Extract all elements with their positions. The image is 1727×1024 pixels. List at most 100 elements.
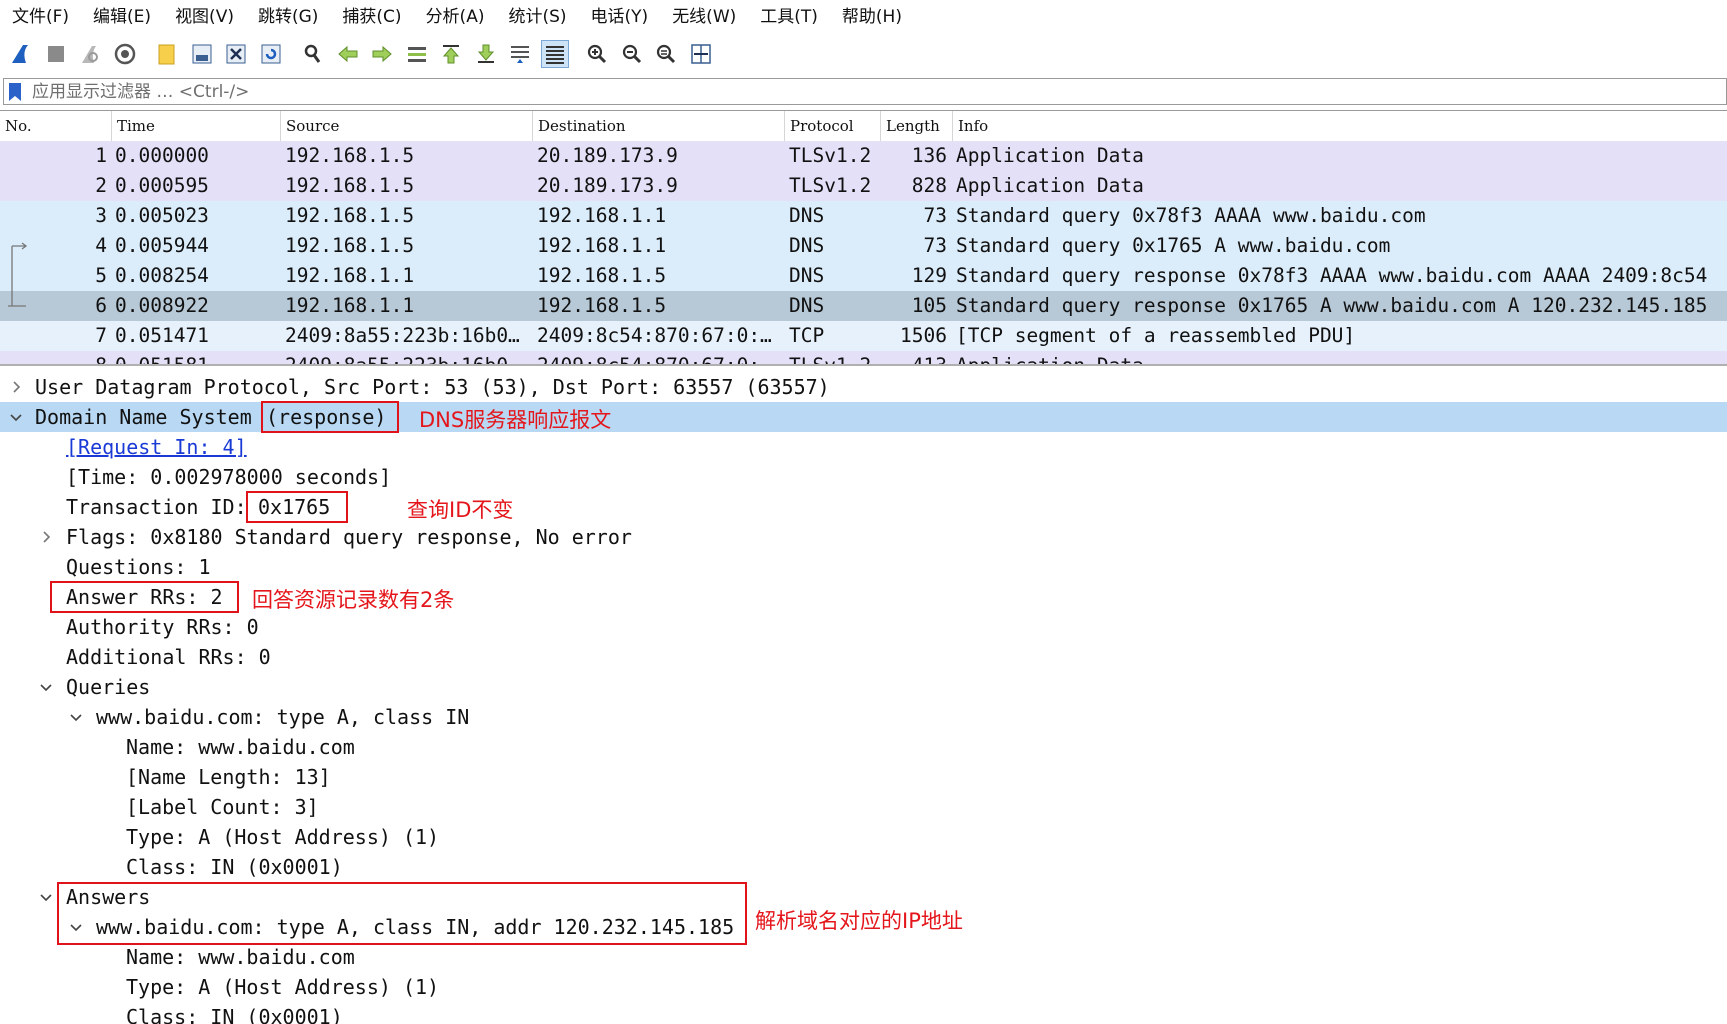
menu-telephony[interactable]: 电话(Y) xyxy=(579,0,661,33)
related-response-icon xyxy=(8,291,26,307)
autoscroll-button[interactable] xyxy=(506,40,534,68)
menu-edit[interactable]: 编辑(E) xyxy=(81,0,163,33)
packet-cell-info: Standard query response 0x1765 A www.bai… xyxy=(956,294,1708,317)
find-packet-button[interactable] xyxy=(299,40,327,68)
chevron-right-icon[interactable] xyxy=(36,522,56,552)
annotation-dns-response: DNS服务器响应报文 xyxy=(419,408,612,432)
packet-row[interactable]: 4 0.005944 192.168.1.5 192.168.1.1 DNS 73 Stan… xyxy=(0,231,1727,261)
packet-cell-len: 129 xyxy=(911,264,947,287)
open-file-button[interactable] xyxy=(153,40,181,68)
arrow-down-icon xyxy=(477,44,494,63)
menu-capture[interactable]: 捕获(C) xyxy=(330,0,413,33)
packet-cell-proto: TLSv1.2 xyxy=(789,174,872,197)
packet-cell-time: 0.051471 xyxy=(115,324,209,347)
column-header-protocol[interactable]: Protocol xyxy=(784,111,880,141)
packet-cell-len: 828 xyxy=(911,174,947,197)
packet-cell-dst: 20.189.173.9 xyxy=(537,144,678,167)
restart-capture-button[interactable] xyxy=(76,40,104,68)
packet-cell-proto: TCP xyxy=(789,324,825,347)
close-file-button[interactable] xyxy=(222,40,250,68)
packet-cell-proto: DNS xyxy=(789,294,825,317)
packet-cell-no: 7 xyxy=(95,324,107,347)
packet-cell-time: 0.000595 xyxy=(115,174,209,197)
request-in-link[interactable]: [Request In: 4] xyxy=(66,432,247,462)
packet-row[interactable]: 3 0.005023 192.168.1.5 192.168.1.1 DNS 73 Stan… xyxy=(0,201,1727,231)
highlight-box-response xyxy=(261,401,399,433)
packet-cell-dst: 2409:8c54:870:67:0:… xyxy=(537,354,772,366)
stop-capture-button[interactable] xyxy=(42,40,70,68)
last-packet-button[interactable] xyxy=(472,40,500,68)
tree-item-dns[interactable]: Domain Name System (response) xyxy=(0,402,1727,432)
packet-row[interactable]: 7 0.051471 2409:8a55:223b:16b0… 2409:8c54:8… xyxy=(0,321,1727,351)
menu-analyze[interactable]: 分析(A) xyxy=(414,0,497,33)
chevron-down-icon[interactable] xyxy=(36,672,56,702)
packet-row[interactable]: 8 0.051581 2409:8a55:223b:16b0… 2409:8c54:8… xyxy=(0,351,1727,366)
packet-cell-dst: 192.168.1.5 xyxy=(537,264,667,287)
folder-icon xyxy=(158,44,175,65)
main-toolbar xyxy=(0,37,1727,71)
stop-icon xyxy=(47,46,64,62)
menu-wireless[interactable]: 无线(W) xyxy=(660,0,748,33)
colorize-button[interactable] xyxy=(540,40,569,68)
chevron-right-icon[interactable] xyxy=(6,372,26,402)
packet-cell-len: 1506 xyxy=(900,324,947,347)
close-file-icon xyxy=(226,44,246,64)
save-file-button[interactable] xyxy=(188,40,216,68)
chevron-down-icon[interactable] xyxy=(66,702,86,732)
menu-view[interactable]: 视图(V) xyxy=(163,0,246,33)
packet-cell-time: 0.008254 xyxy=(115,264,209,287)
packet-cell-time: 0.051581 xyxy=(115,354,209,366)
column-header-destination[interactable]: Destination xyxy=(532,111,784,141)
highlight-box-transaction-id xyxy=(246,491,348,523)
resize-columns-icon xyxy=(690,44,711,64)
related-line-icon xyxy=(11,261,13,291)
menu-statistics[interactable]: 统计(S) xyxy=(496,0,578,33)
packet-cell-no: 2 xyxy=(95,174,107,197)
autoscroll-icon xyxy=(511,46,529,63)
column-header-time[interactable]: Time xyxy=(111,111,280,141)
zoom-normal-button[interactable] xyxy=(652,40,680,68)
column-header-no[interactable]: No. xyxy=(0,111,111,141)
resize-columns-button[interactable] xyxy=(687,40,715,68)
chevron-down-icon[interactable] xyxy=(36,882,56,912)
zoom-out-button[interactable] xyxy=(618,40,646,68)
packet-cell-info: Standard query 0x1765 A www.baidu.com xyxy=(956,234,1391,257)
menu-go[interactable]: 跳转(G) xyxy=(246,0,330,33)
menu-tools[interactable]: 工具(T) xyxy=(748,0,830,33)
go-back-button[interactable] xyxy=(334,40,362,68)
restart-fin-icon xyxy=(82,46,98,63)
gear-icon xyxy=(114,43,135,65)
packet-row[interactable]: 5 0.008254 192.168.1.1 192.168.1.5 DNS 129 Sta… xyxy=(0,261,1727,291)
display-filter-input[interactable] xyxy=(32,79,1726,104)
column-header-info[interactable]: Info xyxy=(952,111,1727,141)
first-packet-button[interactable] xyxy=(437,40,465,68)
go-to-packet-button[interactable] xyxy=(403,40,431,68)
packet-cell-src: 192.168.1.1 xyxy=(285,294,415,317)
reload-file-button[interactable] xyxy=(257,40,285,68)
column-header-length[interactable]: Length xyxy=(880,111,952,141)
start-capture-button[interactable] xyxy=(7,40,35,68)
reload-icon xyxy=(261,44,280,64)
bookmark-icon[interactable] xyxy=(8,82,22,102)
go-forward-button[interactable] xyxy=(368,40,396,68)
packet-cell-time: 0.000000 xyxy=(115,144,209,167)
magnifier-icon xyxy=(304,44,321,63)
column-header-source[interactable]: Source xyxy=(280,111,532,141)
menu-file[interactable]: 文件(F) xyxy=(0,0,81,33)
packet-cell-dst: 192.168.1.1 xyxy=(537,234,667,257)
packet-row[interactable]: 6 0.008922 192.168.1.1 192.168.1.5 DNS 105 Sta… xyxy=(0,291,1727,321)
packet-cell-proto: DNS xyxy=(789,234,825,257)
packet-cell-src: 192.168.1.1 xyxy=(285,264,415,287)
colorize-icon xyxy=(545,46,564,64)
capture-options-button[interactable] xyxy=(111,40,139,68)
packet-cell-src: 192.168.1.5 xyxy=(285,144,415,167)
zoom-in-button[interactable] xyxy=(583,40,611,68)
packet-row[interactable]: 2 0.000595 192.168.1.5 20.189.173.9 TLSv1.2 8… xyxy=(0,171,1727,201)
chevron-down-icon[interactable] xyxy=(6,402,26,432)
menu-help[interactable]: 帮助(H) xyxy=(830,0,914,33)
packet-cell-info: Application Data xyxy=(956,174,1144,197)
packet-row[interactable]: 1 0.000000 192.168.1.5 20.189.173.9 TLSv1.2 1… xyxy=(0,141,1727,171)
packet-cell-src: 192.168.1.5 xyxy=(285,204,415,227)
packet-cell-len: 73 xyxy=(923,234,947,257)
packet-cell-proto: DNS xyxy=(789,264,825,287)
